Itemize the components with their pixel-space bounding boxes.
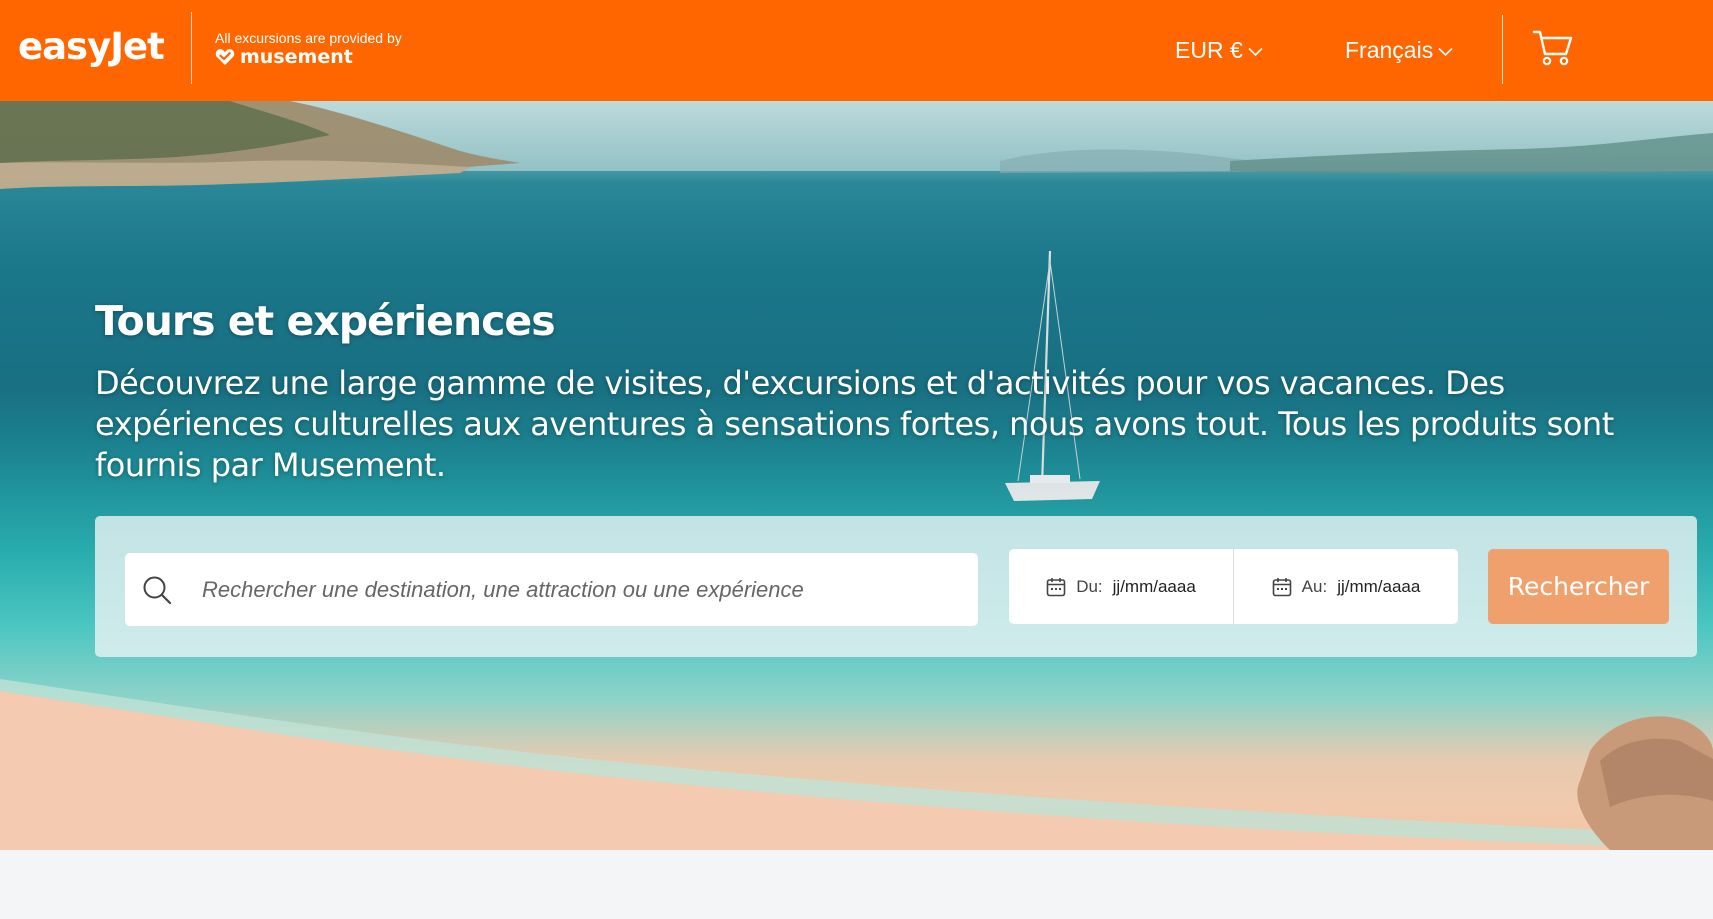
- language-label: Français: [1345, 37, 1434, 63]
- date-from-value: jj/mm/aaaa: [1112, 576, 1196, 596]
- date-range-picker: Du: jj/mm/aaaa Au: jj/mm/aaaa: [1009, 549, 1458, 624]
- calendar-icon: [1272, 577, 1291, 596]
- content-section: [0, 850, 1713, 919]
- hero-title: Tours et expériences: [95, 297, 556, 345]
- site-header: easyJet All excursions are provided by m…: [0, 0, 1713, 101]
- easyjet-logo[interactable]: easyJet: [18, 22, 165, 72]
- date-from-label: Du:: [1076, 576, 1103, 596]
- search-button[interactable]: Rechercher: [1488, 549, 1669, 624]
- date-to-label: Au:: [1301, 576, 1328, 596]
- cart-button[interactable]: [1532, 28, 1574, 68]
- search-icon: [143, 576, 172, 605]
- currency-label: EUR €: [1175, 37, 1243, 63]
- date-to-value: jj/mm/aaaa: [1337, 576, 1421, 596]
- heart-icon: [215, 49, 235, 65]
- calendar-icon: [1046, 577, 1066, 596]
- header-divider: [1502, 15, 1503, 84]
- logo-divider: [191, 12, 192, 84]
- language-selector[interactable]: Français: [1345, 34, 1453, 66]
- partner-notice: All excursions are provided by musement: [215, 30, 402, 67]
- page: easyJet All excursions are provided by m…: [0, 0, 1713, 919]
- search-box: [125, 553, 978, 626]
- musement-logo: musement: [215, 47, 402, 67]
- date-to-field[interactable]: Au: jj/mm/aaaa: [1233, 549, 1458, 624]
- chevron-down-icon: [1248, 47, 1263, 57]
- cart-icon: [1532, 30, 1573, 66]
- provided-by-text: All excursions are provided by: [215, 30, 402, 46]
- currency-selector[interactable]: EUR €: [1175, 34, 1263, 66]
- hero-subtitle: Découvrez une large gamme de visites, d'…: [95, 364, 1614, 484]
- chevron-down-icon: [1438, 47, 1453, 57]
- cropped-heading-glyphs: [95, 904, 635, 919]
- search-input[interactable]: [200, 553, 960, 626]
- date-from-field[interactable]: Du: jj/mm/aaaa: [1009, 549, 1233, 624]
- section-heading-cropped: [95, 904, 635, 919]
- partner-name: musement: [240, 46, 353, 68]
